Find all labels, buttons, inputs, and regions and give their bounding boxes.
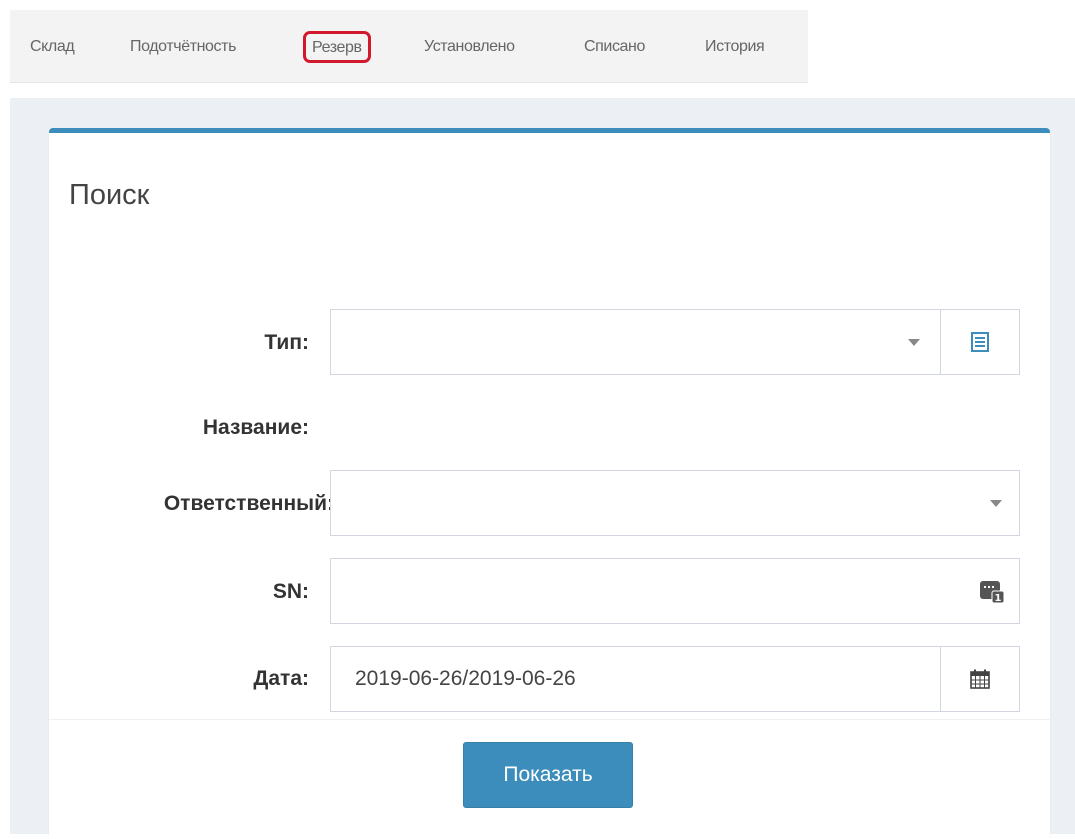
type-label: Тип: xyxy=(264,331,309,354)
list-icon xyxy=(971,332,989,352)
date-label: Дата: xyxy=(253,667,309,690)
date-value: 2019-06-26/2019-06-26 xyxy=(355,667,576,690)
responsible-label: Ответственный: xyxy=(163,492,334,515)
type-list-button[interactable] xyxy=(940,310,1019,374)
content-area: Поиск Тип: Название: Ответственный: SN: … xyxy=(10,98,1075,839)
tab-installed[interactable]: Установлено xyxy=(424,32,515,62)
tab-warehouse[interactable]: Склад xyxy=(30,32,75,62)
responsible-select[interactable] xyxy=(330,470,1020,536)
chevron-down-icon[interactable] xyxy=(990,500,1002,507)
search-panel: Поиск Тип: Название: Ответственный: SN: … xyxy=(49,128,1050,839)
tab-written-off[interactable]: Списано xyxy=(584,32,645,62)
tab-reserve[interactable]: Резерв xyxy=(303,31,371,63)
chevron-down-icon[interactable] xyxy=(908,339,920,346)
type-select[interactable] xyxy=(330,309,1020,375)
tab-accountability[interactable]: Подотчётность xyxy=(130,32,236,62)
footer-divider xyxy=(49,719,1050,720)
sn-input[interactable]: 1 xyxy=(330,558,1020,624)
serial-number-icon: 1 xyxy=(980,581,1005,604)
labels-column: Тип: Название: Ответственный: SN: Дата: xyxy=(49,133,334,839)
nav-tabs: Склад Подотчётность Резерв Установлено С… xyxy=(10,10,808,83)
date-range-input[interactable]: 2019-06-26/2019-06-26 xyxy=(330,646,1020,712)
tab-history[interactable]: История xyxy=(705,32,765,62)
sn-label: SN: xyxy=(272,580,309,603)
show-button[interactable]: Показать xyxy=(463,742,633,808)
name-label: Название: xyxy=(202,416,309,439)
svg-text:1: 1 xyxy=(995,593,1002,604)
calendar-button[interactable] xyxy=(940,647,1019,711)
calendar-icon xyxy=(970,669,990,689)
